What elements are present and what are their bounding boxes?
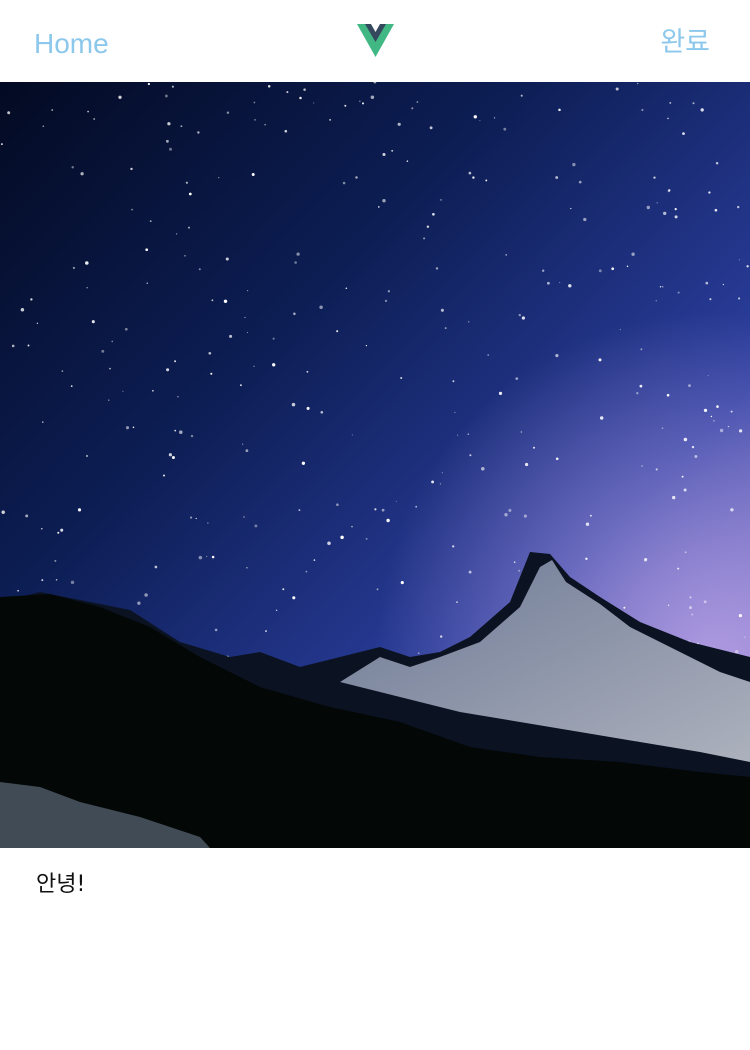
vue-logo-icon: [357, 24, 394, 57]
home-link[interactable]: Home: [34, 26, 109, 62]
done-button[interactable]: 완료: [660, 25, 710, 61]
navigation-header: Home 완료: [0, 0, 750, 82]
starry-night-mountain-image: [0, 82, 750, 848]
greeting-text: 안녕!: [36, 872, 86, 897]
